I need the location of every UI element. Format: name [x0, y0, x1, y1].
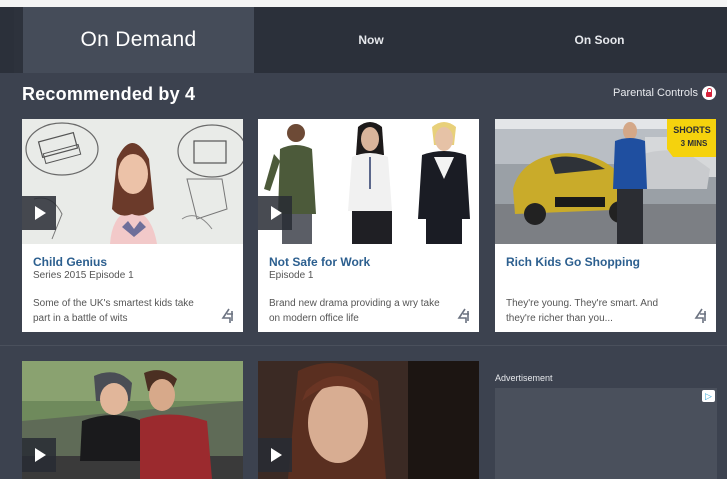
section-title: Recommended by 4	[22, 84, 196, 104]
shorts-badge-line2: 3 MINS	[681, 139, 708, 148]
lock-icon	[702, 86, 716, 100]
programme-title[interactable]: Child Genius	[33, 255, 107, 269]
programme-title[interactable]: Rich Kids Go Shopping	[506, 255, 640, 269]
shorts-badge-line1: SHORTS	[673, 125, 711, 135]
channel-4-logo-icon	[457, 308, 469, 323]
programme-card-rich-kids-go-shopping[interactable]: SHORTS 3 MINS Rich Kids Go Shopping They…	[495, 119, 716, 332]
tab-on-demand[interactable]: On Demand	[14, 7, 254, 73]
tab-now[interactable]: Now	[255, 7, 487, 73]
tab-on-demand-label: On Demand	[80, 28, 197, 51]
ad-choices-icon[interactable]: ▷	[702, 390, 715, 402]
programme-episode: Series 2015 Episode 1	[33, 270, 134, 281]
programme-episode: Episode 1	[269, 270, 314, 281]
programme-card-row2-2[interactable]	[258, 361, 479, 479]
play-button[interactable]	[22, 438, 56, 472]
programme-description: They're young. They're smart. And they'r…	[506, 298, 659, 324]
tab-bar: On Demand Now On Soon	[0, 7, 727, 73]
play-button[interactable]	[258, 196, 292, 230]
programme-title[interactable]: Not Safe for Work	[269, 255, 370, 269]
programme-card-not-safe-for-work[interactable]: Not Safe for Work Episode 1 Brand new dr…	[258, 119, 479, 332]
play-button[interactable]	[258, 438, 292, 472]
programme-card-child-genius[interactable]: Child Genius Series 2015 Episode 1 Some …	[22, 119, 243, 332]
advertisement-label: Advertisement	[495, 373, 553, 383]
channel-4-logo-icon	[221, 308, 233, 323]
programme-thumbnail: SHORTS 3 MINS	[495, 119, 716, 244]
row-divider	[0, 345, 727, 346]
advertisement-slot[interactable]: ▷	[495, 388, 717, 479]
top-strip	[0, 0, 727, 7]
parental-controls-link[interactable]: Parental Controls	[613, 86, 716, 100]
parental-controls-label: Parental Controls	[613, 87, 698, 99]
programme-card-row2-1[interactable]	[22, 361, 243, 479]
play-button[interactable]	[22, 196, 56, 230]
tab-on-soon[interactable]: On Soon	[487, 7, 712, 73]
programme-description: Some of the UK's smartest kids take part…	[33, 298, 194, 324]
channel-4-logo-icon	[694, 308, 706, 323]
programme-description: Brand new drama providing a wry take on …	[269, 298, 440, 324]
